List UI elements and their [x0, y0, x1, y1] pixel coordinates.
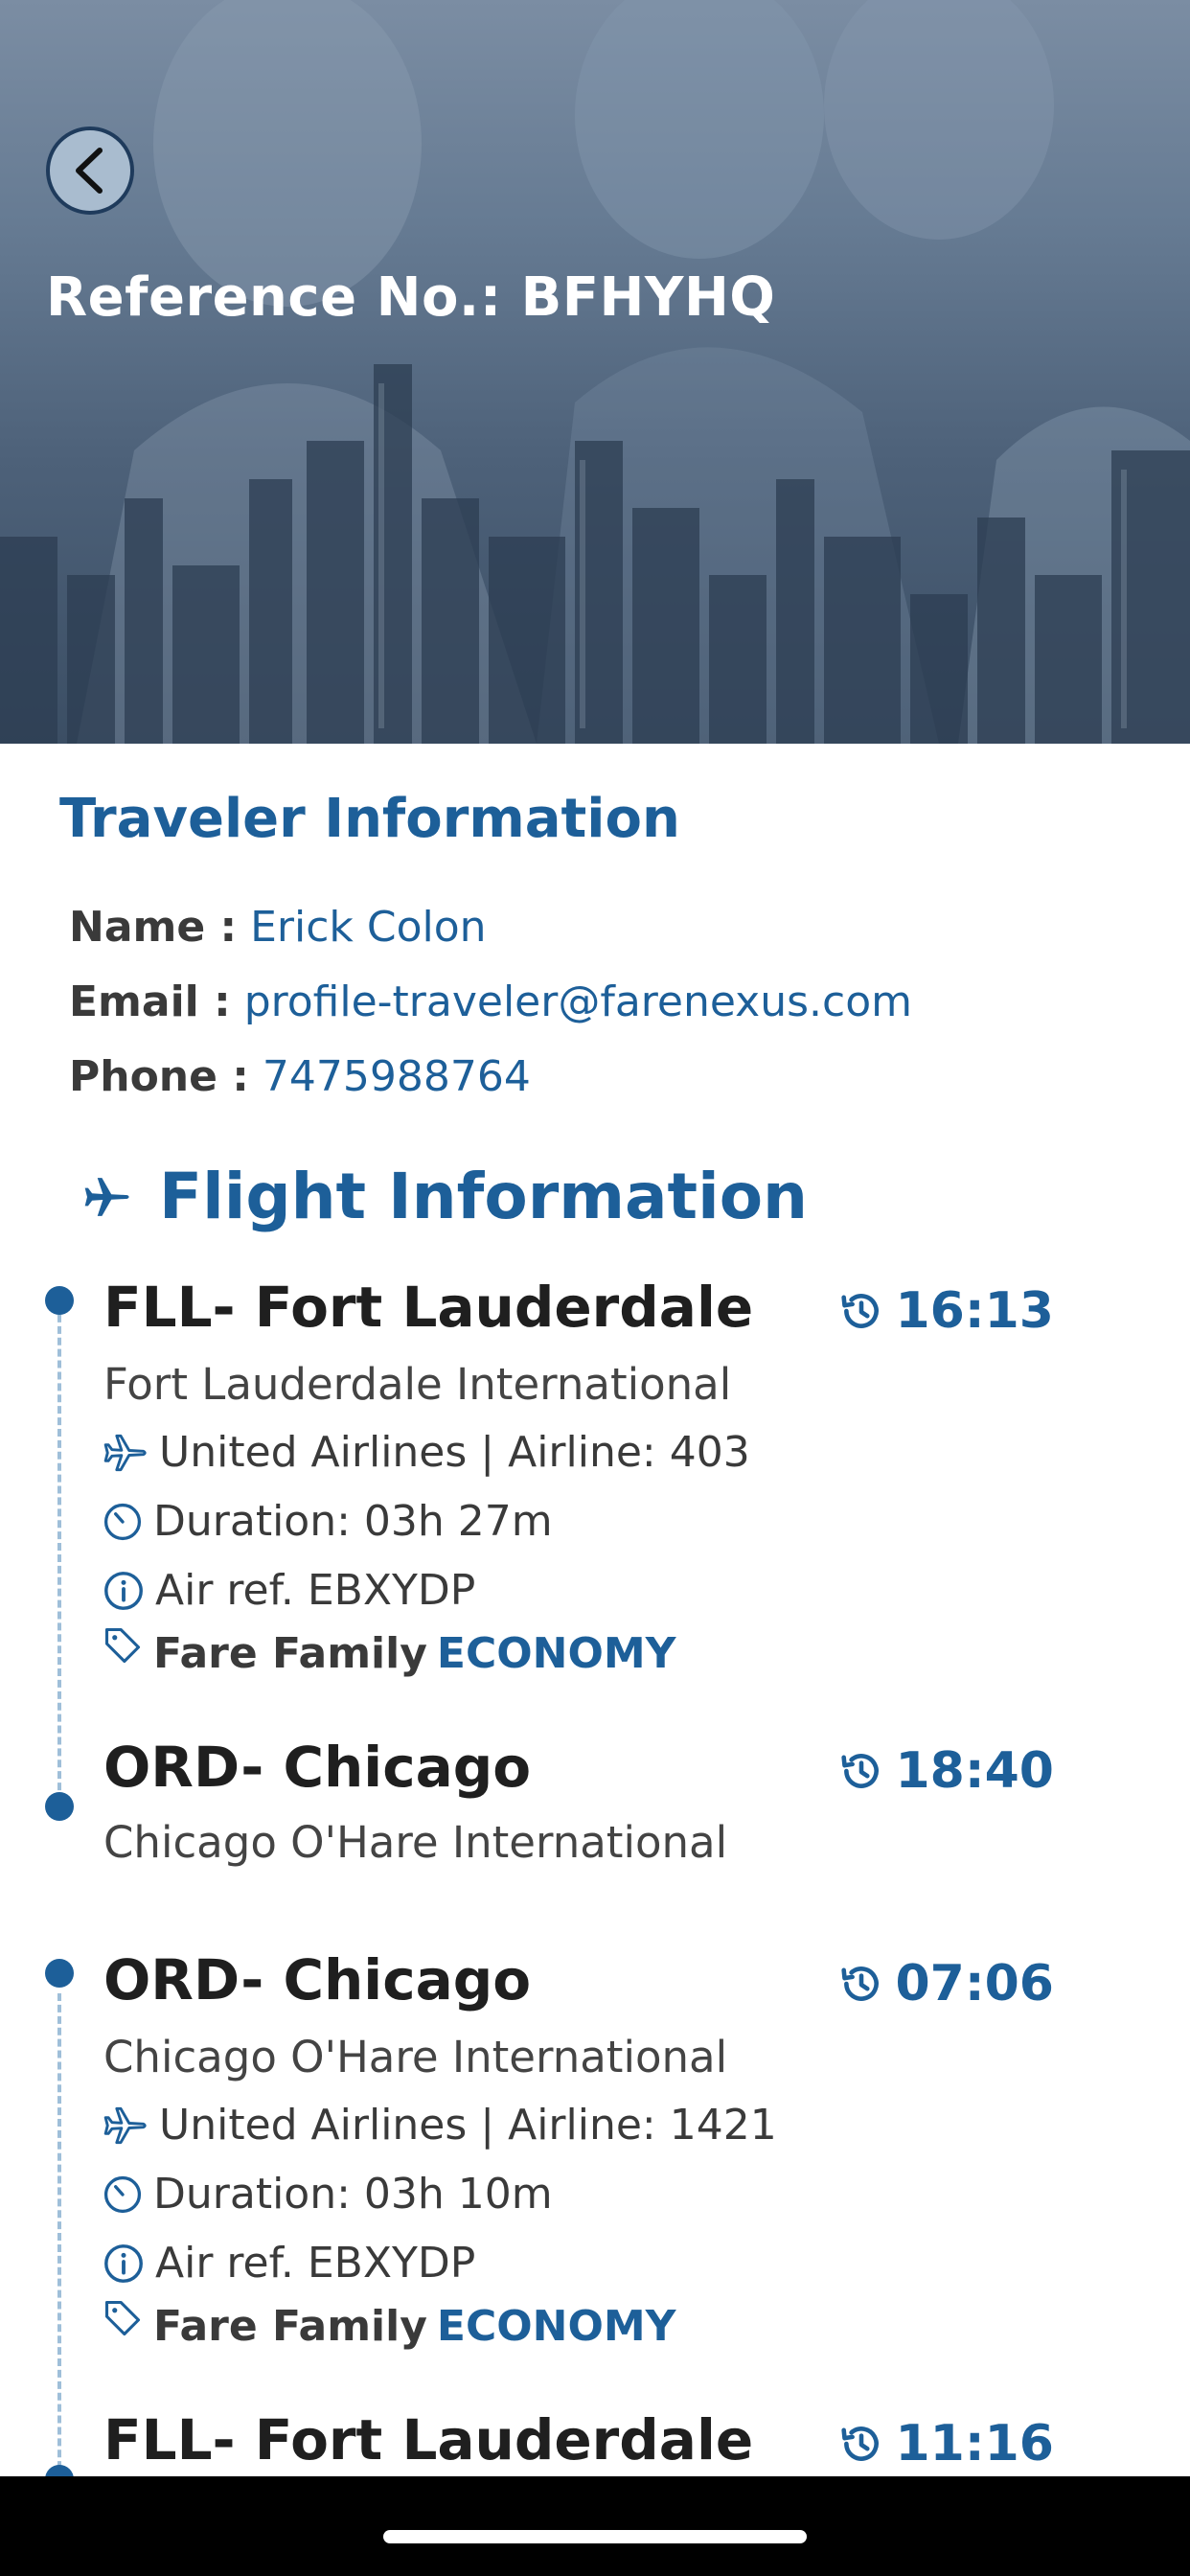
air-ref-text: Air ref. EBXYDP [155, 2239, 476, 2288]
history-clock-icon [841, 1294, 880, 1328]
reference-number-title: Reference No.: BFHYHQ [46, 266, 776, 329]
duration-row: Duration: 03h 10m [102, 2170, 553, 2219]
name-value: Erick Colon [250, 903, 487, 952]
duration-row: Duration: 03h 27m [102, 1497, 553, 1546]
fare-family-row: Fare Family ECONOMY [102, 1627, 676, 1678]
arrival-time-value: 18:40 [895, 1742, 1054, 1800]
fare-family-value: ECONOMY [436, 2302, 676, 2351]
arrival-city: ORD- Chicago [103, 1735, 532, 1800]
airline-row: United Airlines | Airline: 1421 [102, 2101, 777, 2150]
timeline-dot-departure [45, 1286, 74, 1315]
arrival-city: FLL- Fort Lauderdale [103, 2407, 754, 2472]
airline-text: United Airlines | Airline: 403 [159, 1428, 750, 1477]
back-button[interactable] [46, 126, 134, 215]
chevron-left-icon [76, 148, 103, 194]
timeline-line [57, 1993, 61, 2492]
air-ref-row: Air ref. EBXYDP [102, 1566, 475, 1615]
airplane-outline-icon [103, 1434, 147, 1471]
arrival-airport: Chicago O'Hare International [103, 1817, 728, 1868]
departure-city: ORD- Chicago [103, 1947, 532, 2012]
email-value[interactable]: profile-traveler@farenexus.com [244, 978, 912, 1026]
banner-background-image [0, 0, 1190, 744]
fare-family-value: ECONOMY [436, 1629, 676, 1678]
arrival-time: 11:16 [837, 2415, 1054, 2472]
traveler-information-title: Traveler Information [59, 788, 680, 850]
timeline-dot-arrival [45, 1792, 74, 1821]
departure-time-value: 16:13 [895, 1282, 1054, 1340]
info-icon [104, 1571, 143, 1610]
header-banner: Reference No.: BFHYHQ [0, 0, 1190, 744]
name-label: Name : [69, 903, 238, 952]
phone-value[interactable]: 7475988764 [263, 1052, 531, 1101]
timeline-dot-departure [45, 1959, 74, 1988]
timer-icon [103, 2175, 142, 2213]
departure-time: 16:13 [837, 1282, 1054, 1340]
departure-airport: Fort Lauderdale International [103, 1359, 732, 1410]
airplane-outline-icon [103, 2106, 147, 2144]
info-icon [104, 2243, 143, 2283]
air-ref-row: Air ref. EBXYDP [102, 2239, 475, 2288]
home-indicator[interactable] [383, 2530, 807, 2543]
tag-icon [104, 1627, 141, 1663]
history-clock-icon [841, 1966, 880, 2001]
flight-information-title: Flight Information [159, 1160, 809, 1233]
departure-city: FLL- Fort Lauderdale [103, 1275, 754, 1340]
home-indicator-area [0, 2476, 1190, 2576]
traveler-phone-row: Phone : 7475988764 [69, 1052, 531, 1101]
airplane-icon [84, 1177, 129, 1216]
flight-information-header: Flight Information [80, 1160, 808, 1233]
history-clock-icon [841, 2426, 880, 2461]
timer-icon [103, 1503, 142, 1540]
airline-text: United Airlines | Airline: 1421 [159, 2101, 777, 2150]
air-ref-text: Air ref. EBXYDP [155, 1566, 476, 1615]
traveler-email-row: Email : profile-traveler@farenexus.com [69, 978, 912, 1026]
history-clock-icon [841, 1754, 880, 1788]
duration-text: Duration: 03h 10m [153, 2170, 553, 2219]
phone-label: Phone : [69, 1052, 249, 1101]
tag-icon [104, 2300, 141, 2335]
departure-airport: Chicago O'Hare International [103, 2032, 728, 2082]
traveler-name-row: Name : Erick Colon [69, 903, 487, 952]
duration-text: Duration: 03h 27m [153, 1497, 553, 1546]
fare-family-label: Fare Family [153, 2302, 427, 2351]
airline-row: United Airlines | Airline: 403 [102, 1428, 750, 1477]
departure-time-value: 07:06 [895, 1955, 1054, 2012]
arrival-time: 18:40 [837, 1742, 1054, 1800]
flight-details-screen: Reference No.: BFHYHQ Traveler Informati… [0, 0, 1190, 2576]
arrival-time-value: 11:16 [895, 2415, 1054, 2472]
email-label: Email : [69, 978, 231, 1026]
fare-family-row: Fare Family ECONOMY [102, 2300, 676, 2351]
timeline-line [57, 1303, 61, 1802]
departure-time: 07:06 [837, 1955, 1054, 2012]
fare-family-label: Fare Family [153, 1629, 427, 1678]
